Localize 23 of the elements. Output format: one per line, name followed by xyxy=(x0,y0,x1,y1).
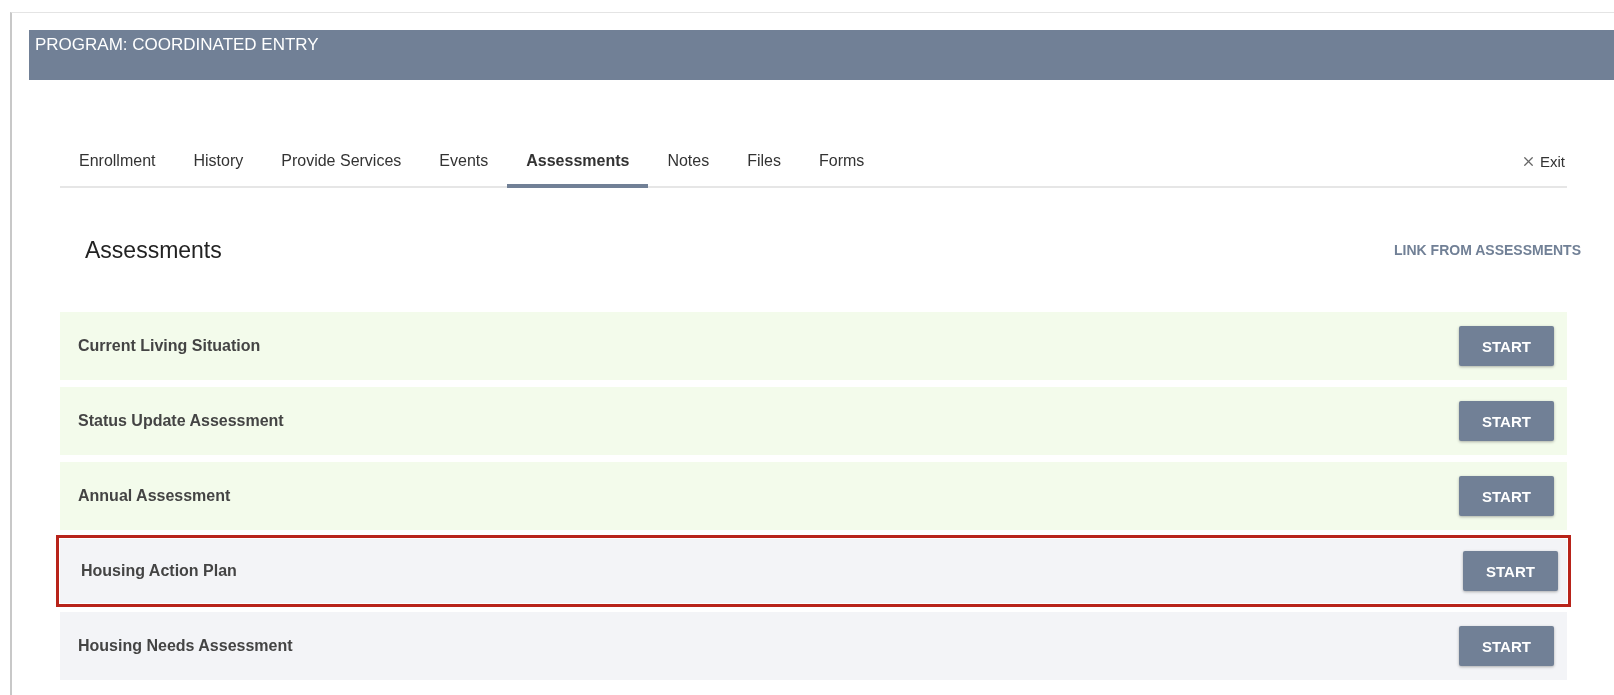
tab[interactable]: Events xyxy=(420,152,508,188)
exit-button[interactable]: Exit xyxy=(1521,153,1565,186)
tab[interactable]: Notes xyxy=(648,152,729,188)
assessment-name: Housing Needs Assessment xyxy=(78,637,293,655)
link-from-assessments-link[interactable]: LINK FROM ASSESSMENTS xyxy=(1394,242,1581,258)
section-title: Assessments xyxy=(85,236,222,264)
start-button[interactable]: START xyxy=(1463,551,1558,591)
assessment-name: Housing Action Plan xyxy=(81,562,237,580)
assessment-name: Current Living Situation xyxy=(78,337,261,355)
tab[interactable]: Provide Services xyxy=(262,152,421,188)
close-icon xyxy=(1521,154,1536,169)
start-button[interactable]: START xyxy=(1459,626,1554,666)
tab[interactable]: History xyxy=(174,152,263,188)
program-header-bar: PROGRAM: COORDINATED ENTRY xyxy=(29,30,1614,80)
tab[interactable]: Forms xyxy=(800,152,884,188)
start-button[interactable]: START xyxy=(1459,326,1554,366)
tab[interactable]: Files xyxy=(728,152,800,188)
assessment-name: Status Update Assessment xyxy=(78,412,284,430)
tab[interactable]: Enrollment xyxy=(60,152,175,188)
start-button[interactable]: START xyxy=(1459,476,1554,516)
start-button[interactable]: START xyxy=(1459,401,1554,441)
assessment-name: Annual Assessment xyxy=(78,487,231,505)
tab[interactable]: Assessments xyxy=(507,152,649,188)
